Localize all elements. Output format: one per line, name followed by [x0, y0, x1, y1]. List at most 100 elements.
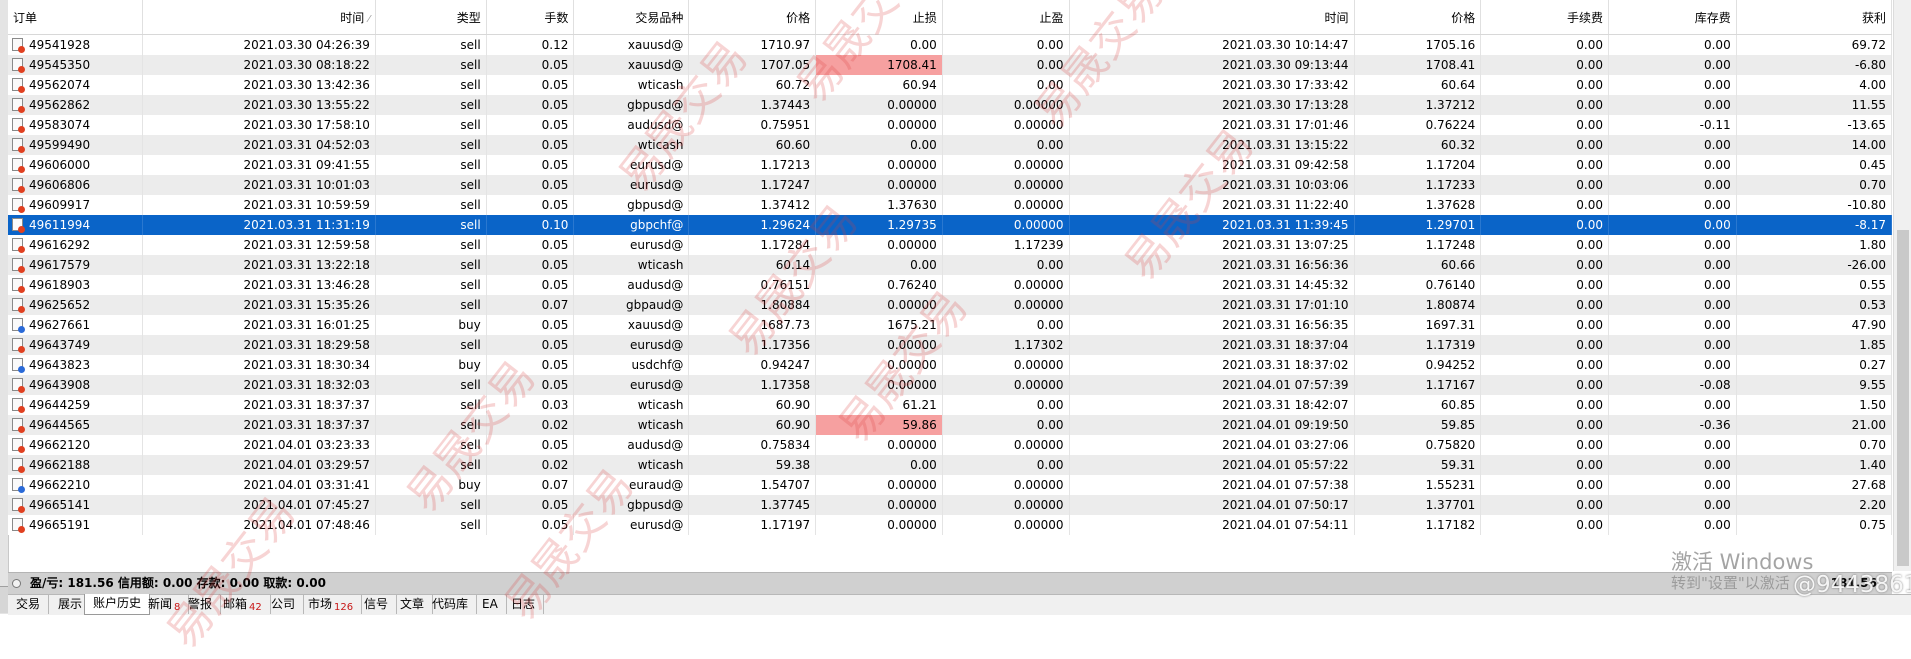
cell-value: 0.05 [541, 258, 569, 272]
cell-value: 0.00000 [887, 158, 937, 172]
tab-11[interactable]: EA [474, 595, 507, 614]
table-row[interactable]: 49643908 2021.03.31 18:32:03 sell 0.05 eurus… [8, 375, 1893, 395]
toolbox-strip-label[interactable] [0, 586, 8, 613]
cell-value: sell [460, 38, 481, 52]
tab-10[interactable]: 代码库 [424, 595, 478, 614]
cell-symbol: eurusd@ [573, 335, 690, 355]
cell-open-time: 2021.03.31 10:59:59 [142, 195, 376, 215]
cell-value: 60.14 [775, 258, 811, 272]
scrollbar-thumb[interactable] [1897, 230, 1909, 566]
cell-value: 0.53 [1859, 298, 1886, 312]
tab-8[interactable]: 信号 [356, 595, 398, 614]
table-row[interactable]: 49627661 2021.03.31 16:01:25 buy 0.05 xauusd… [8, 315, 1893, 335]
cell-close-time: 2021.04.01 03:27:06 [1069, 435, 1355, 455]
table-row[interactable]: 49616292 2021.03.31 12:59:58 sell 0.05 eurus… [8, 235, 1893, 255]
table-row[interactable]: 49606000 2021.03.31 09:41:55 sell 0.05 eurus… [8, 155, 1893, 175]
table-row[interactable]: 49662120 2021.04.01 03:23:33 sell 0.05 audus… [8, 435, 1893, 455]
table-header-row: 订单 时间 ⁄ 类型 手数 交易品种 价格 止损 止盈 时间 价格 手续费 库存费… [8, 0, 1893, 35]
cell-order-number: 49662210 [8, 475, 143, 495]
cell-value: 1.37412 [760, 198, 811, 212]
cell-value: 2021.03.31 18:29:58 [243, 338, 370, 352]
cell-value: 1.85 [1859, 338, 1886, 352]
table-row[interactable]: 49599490 2021.03.31 04:52:03 sell 0.05 wtica… [8, 135, 1893, 155]
cell-close-price: 1.37701 [1354, 495, 1482, 515]
table-row[interactable]: 49545350 2021.03.30 08:18:22 sell 0.05 xauus… [8, 55, 1893, 75]
cell-open-time: 2021.03.31 18:30:34 [142, 355, 376, 375]
cell-value: 0.00000 [1013, 378, 1064, 392]
table-row[interactable]: 49617579 2021.03.31 13:22:18 sell 0.05 wtica… [8, 255, 1893, 275]
cell-value: 0.00000 [887, 378, 937, 392]
cell-value: 0.55 [1859, 278, 1886, 292]
table-row[interactable]: 49562862 2021.03.30 13:55:22 sell 0.05 gbpus… [8, 95, 1893, 115]
sell-order-icon [12, 198, 25, 213]
col-header-order[interactable]: 订单 [8, 0, 143, 35]
cell-close-price: 1708.41 [1354, 55, 1482, 75]
table-row[interactable]: 49662188 2021.04.01 03:29:57 sell 0.02 wtica… [8, 455, 1893, 475]
cell-commission: 0.00 [1480, 135, 1609, 155]
table-row[interactable]: 49562074 2021.03.30 13:42:36 sell 0.05 wtica… [8, 75, 1893, 95]
cell-value: 0.00 [1703, 178, 1731, 192]
col-header-commission[interactable]: 手续费 [1480, 0, 1609, 35]
table-row[interactable]: 49662210 2021.04.01 03:31:41 buy 0.07 euraud… [8, 475, 1893, 495]
col-header-close-time[interactable]: 时间 [1069, 0, 1355, 35]
col-header-open-price[interactable]: 价格 [688, 0, 817, 35]
cell-open-price: 1.17358 [688, 375, 817, 395]
cell-lots: 0.12 [486, 34, 575, 55]
table-row[interactable]: 49618903 2021.03.31 13:46:28 sell 0.05 audus… [8, 275, 1893, 295]
cell-open-price: 60.90 [688, 415, 817, 435]
col-header-lots[interactable]: 手数 [486, 0, 575, 35]
cell-order-number: 49627661 [8, 315, 143, 335]
table-row[interactable]: 49644565 2021.03.31 18:37:37 sell 0.02 wtica… [8, 415, 1893, 435]
cell-order-number: 49611994 [8, 215, 143, 235]
cell-take-profit: 0.00000 [942, 155, 1070, 175]
cell-value: 0.00000 [887, 498, 937, 512]
tab-6[interactable]: 公司 [263, 595, 305, 614]
cell-value: 0.00000 [887, 478, 937, 492]
tab-0[interactable]: 交易 [8, 595, 50, 614]
table-row[interactable]: 49625652 2021.03.31 15:35:26 sell 0.07 gbpau… [8, 295, 1893, 315]
tab-7[interactable]: 市场 126 [300, 595, 363, 614]
cell-value: audusd@ [627, 438, 684, 452]
cell-value: sell [460, 438, 481, 452]
table-row[interactable]: 49643823 2021.03.31 18:30:34 buy 0.05 usdchf… [8, 355, 1893, 375]
table-row[interactable]: 49644259 2021.03.31 18:37:37 sell 0.03 wtica… [8, 395, 1893, 415]
cell-lots: 0.05 [486, 495, 575, 515]
cell-swap: 0.00 [1608, 34, 1737, 55]
cell-close-price: 1705.16 [1354, 34, 1482, 55]
table-row[interactable]: 49665141 2021.04.01 07:45:27 sell 0.05 gbpus… [8, 495, 1893, 515]
cell-swap: 0.00 [1608, 295, 1737, 315]
table-row[interactable]: 49583074 2021.03.30 17:58:10 sell 0.05 audus… [8, 115, 1893, 135]
vertical-scrollbar[interactable] [1893, 0, 1911, 571]
cell-value: 0.05 [541, 58, 569, 72]
tab-label: 邮箱 [223, 597, 248, 611]
cell-open-time: 2021.03.31 12:59:58 [142, 235, 376, 255]
cell-value: sell [460, 458, 481, 472]
col-header-open-time[interactable]: 时间 ⁄ [142, 0, 376, 35]
table-row[interactable]: 49611994 2021.03.31 11:31:19 sell 0.10 gbpch… [8, 215, 1893, 235]
cell-symbol: usdchf@ [573, 355, 690, 375]
cell-symbol: eurusd@ [573, 515, 690, 535]
col-header-take-profit[interactable]: 止盈 [942, 0, 1070, 35]
table-row[interactable]: 49665191 2021.04.01 07:48:46 sell 0.05 eurus… [8, 515, 1893, 535]
col-header-type[interactable]: 类型 [375, 0, 487, 35]
col-header-close-price[interactable]: 价格 [1354, 0, 1482, 35]
col-header-stop-loss[interactable]: 止损 [815, 0, 943, 35]
cell-open-time: 2021.03.31 16:01:25 [142, 315, 376, 335]
cell-value: 27.68 [1851, 478, 1886, 492]
cell-value: gbpusd@ [627, 498, 684, 512]
table-row[interactable]: 49541928 2021.03.30 04:26:39 sell 0.12 xauus… [8, 34, 1893, 55]
cell-value: 1.17197 [760, 518, 811, 532]
cell-value: 2021.03.31 10:03:06 [1222, 178, 1349, 192]
table-row[interactable]: 49606806 2021.03.31 10:01:03 sell 0.05 eurus… [8, 175, 1893, 195]
table-row[interactable]: 49643749 2021.03.31 18:29:58 sell 0.05 eurus… [8, 335, 1893, 355]
tab-12[interactable]: 日志 [503, 595, 545, 614]
col-header-symbol[interactable]: 交易品种 [573, 0, 690, 35]
col-header-profit[interactable]: 获利 [1736, 0, 1893, 35]
cell-close-time: 2021.03.30 17:33:42 [1069, 75, 1355, 95]
cell-value: 1.54707 [760, 478, 811, 492]
cell-close-time: 2021.04.01 07:50:17 [1069, 495, 1355, 515]
cell-value: 49627661 [29, 318, 91, 332]
table-row[interactable]: 49609917 2021.03.31 10:59:59 sell 0.05 gbpus… [8, 195, 1893, 215]
col-header-swap[interactable]: 库存费 [1608, 0, 1737, 35]
cell-profit: 1.40 [1736, 455, 1893, 475]
